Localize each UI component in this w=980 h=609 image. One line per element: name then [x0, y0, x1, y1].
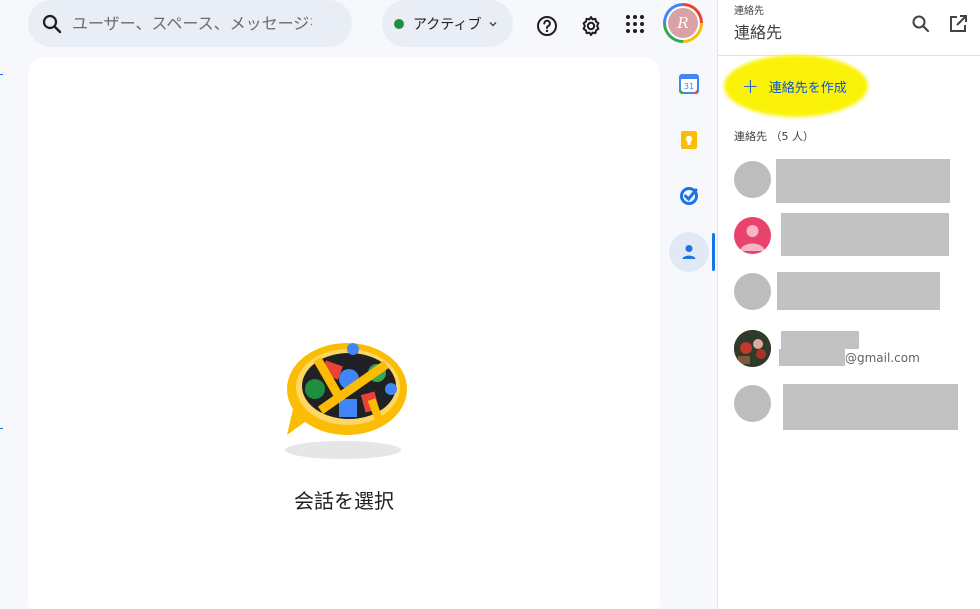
search-icon [42, 14, 62, 33]
status-selector[interactable]: アクティブ [382, 0, 513, 47]
create-contact-button[interactable]: + 連絡先を作成 [742, 76, 847, 96]
apps-button[interactable] [615, 4, 655, 44]
redacted-name [777, 272, 940, 310]
contacts-count: 連絡先 （5 人） [734, 130, 814, 143]
contact-avatar [734, 385, 771, 422]
avatar-ring: R [666, 6, 700, 40]
contacts-icon [682, 245, 696, 259]
gear-icon [582, 16, 600, 36]
redacted-name [781, 213, 949, 256]
edge-marker [0, 428, 3, 429]
settings-button[interactable] [571, 6, 611, 46]
empty-state-message: 会話を選択 [294, 489, 394, 513]
photo-thumbnail [734, 330, 771, 367]
rail-tasks-button[interactable] [669, 176, 709, 216]
open-in-new-icon[interactable] [946, 12, 970, 36]
person-icon [740, 225, 765, 251]
create-contact-label: 連絡先を作成 [768, 80, 847, 96]
status-dot [394, 18, 404, 29]
contact-avatar [734, 273, 771, 310]
help-icon [537, 16, 557, 36]
edge-marker [0, 74, 3, 75]
contact-email: @gmail.com [845, 351, 920, 365]
rail-contacts-button[interactable] [669, 232, 709, 272]
contact-avatar [734, 330, 771, 367]
conversation-area: 会話を選択 [28, 57, 660, 609]
contact-avatar [734, 161, 771, 198]
active-rail-indicator [712, 233, 715, 271]
avatar-letter: R [668, 8, 698, 38]
redacted-name [781, 331, 859, 349]
tasks-icon [680, 187, 698, 205]
redacted-name [783, 384, 958, 430]
panel-title: 連絡先 [734, 23, 783, 42]
contact-avatar [734, 217, 771, 254]
redacted-name [776, 159, 950, 203]
contacts-panel: 連絡先 連絡先 + 連絡先を作成 連絡先 （5 人） @gmail.com [717, 0, 980, 609]
search-icon[interactable] [909, 12, 933, 36]
panel-divider [718, 55, 980, 56]
calendar-icon: 31 [679, 74, 699, 94]
help-button[interactable] [527, 6, 567, 46]
plus-icon: + [742, 74, 759, 98]
rail-calendar-button[interactable]: 31 [669, 64, 709, 104]
chevron-down-icon [489, 21, 497, 26]
status-label: アクティブ [413, 16, 482, 33]
apps-grid-icon [626, 15, 644, 33]
redacted-email-prefix [779, 349, 845, 366]
rail-keep-button[interactable] [669, 120, 709, 160]
chat-bubble-illustration [285, 343, 407, 459]
account-avatar[interactable]: R [663, 3, 703, 43]
panel-breadcrumb: 連絡先 [734, 6, 764, 17]
svg-text:31: 31 [684, 82, 694, 91]
search-bar[interactable] [28, 0, 352, 47]
keep-icon [681, 131, 697, 149]
search-input[interactable] [72, 14, 312, 33]
